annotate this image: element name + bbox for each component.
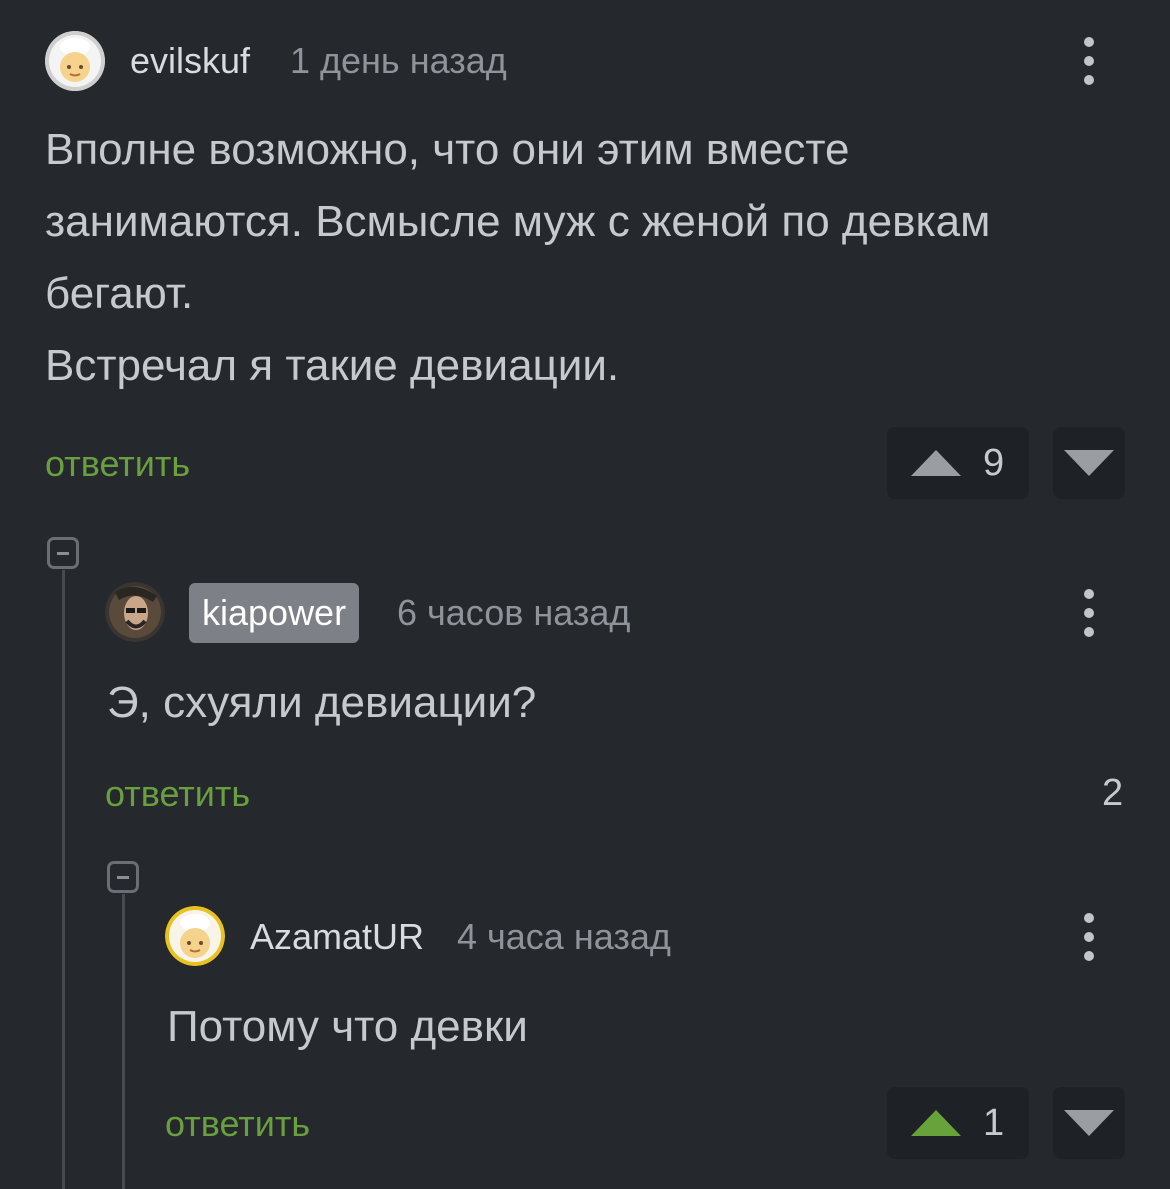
comment-line: Потому что девки (167, 1002, 528, 1051)
comment-reply: kiapower 6 часов назад Э, схуяли девиаци… (100, 570, 1170, 840)
comment-line: Вполне возможно, что они этим вместе (45, 125, 850, 174)
avatar[interactable] (105, 582, 165, 642)
more-options-icon[interactable] (1069, 586, 1109, 640)
more-options-icon[interactable] (1069, 910, 1109, 964)
collapse-thread-icon[interactable] (107, 861, 139, 893)
more-options-icon[interactable] (1069, 34, 1109, 88)
comment-line: Встречал я такие девиации. (45, 341, 620, 390)
upvote-icon (911, 1110, 961, 1136)
comment-line: бегают. (45, 269, 194, 318)
rating-count: 1 (983, 1102, 1005, 1144)
upvote-button[interactable]: 1 (887, 1087, 1029, 1159)
downvote-icon (1064, 450, 1114, 476)
reply-link[interactable]: ответить (45, 446, 190, 482)
downvote-button[interactable] (1053, 427, 1125, 499)
comment-time: 6 часов назад (397, 592, 631, 633)
collapse-thread-icon[interactable] (47, 537, 79, 569)
comment-time: 4 часа назад (457, 916, 671, 957)
rating-count: 9 (983, 442, 1005, 484)
author-name[interactable]: evilskuf (130, 43, 250, 79)
rating-count: 2 (1102, 772, 1124, 814)
upvote-button[interactable]: 9 (887, 427, 1029, 499)
reply-link[interactable]: ответить (165, 1106, 310, 1142)
upvote-icon (911, 450, 961, 476)
downvote-button[interactable] (1053, 1087, 1125, 1159)
author-badge[interactable]: kiapower (189, 583, 360, 643)
comment-reply: AzamatUR 4 часа назад Потому что девки о… (160, 894, 1170, 1189)
thread-line (62, 570, 65, 1189)
thread-line (122, 894, 125, 1189)
downvote-icon (1064, 1110, 1114, 1136)
author-name[interactable]: AzamatUR (250, 919, 424, 955)
comment: evilskuf 1 день назад Вполне возможно, ч… (0, 0, 1170, 510)
comment-line: занимаются. Всмысле муж с женой по девка… (45, 197, 991, 246)
comment-text: Вполне возможно, что они этим вместе зан… (45, 114, 1135, 402)
comment-time: 1 день назад (290, 40, 507, 81)
reply-link[interactable]: ответить (105, 776, 250, 812)
comment-line: Э, схуяли девиации? (107, 678, 537, 727)
avatar[interactable] (165, 906, 225, 966)
avatar[interactable] (45, 31, 105, 91)
